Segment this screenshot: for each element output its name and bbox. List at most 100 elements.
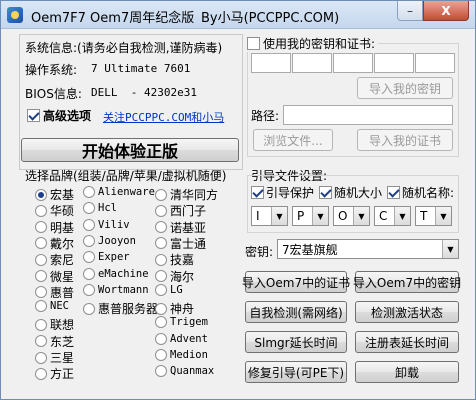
key-segment-input[interactable] (333, 53, 373, 73)
brand-radio[interactable]: 三星 (35, 349, 74, 366)
uninstall-button[interactable]: 卸载 (355, 361, 459, 383)
radio-button[interactable] (83, 283, 95, 296)
check-status-button[interactable]: 检测激活状态 (355, 301, 459, 323)
brand-radio[interactable]: eMachine (83, 267, 149, 280)
brand-radio[interactable]: 索尼 (35, 251, 74, 268)
boot-option-checkbox[interactable] (319, 186, 332, 199)
brand-radio[interactable]: Alienware (83, 186, 155, 198)
radio-button[interactable] (35, 318, 47, 331)
brand-radio[interactable]: 神舟 (155, 300, 194, 317)
boot-option[interactable]: 随机大小 (319, 184, 382, 201)
radio-button[interactable] (35, 335, 47, 348)
brand-radio[interactable]: 戴尔 (35, 235, 74, 252)
radio-button[interactable] (155, 204, 167, 217)
brand-radio[interactable]: 宏基 (35, 186, 74, 203)
import-oem-cert-button[interactable]: 导入Oem7中的证书 (242, 271, 350, 293)
radio-button[interactable] (83, 186, 95, 198)
brand-radio[interactable]: 富士通 (155, 235, 206, 252)
radio-button[interactable] (35, 237, 47, 250)
brand-radio[interactable]: LG (155, 283, 183, 296)
radio-button[interactable] (155, 283, 167, 296)
radio-button[interactable] (35, 300, 47, 313)
boot-letter-select[interactable]: O ▼ (333, 206, 370, 226)
key-segment-input[interactable] (415, 53, 455, 73)
radio-button[interactable] (155, 253, 167, 266)
repair-boot-button[interactable]: 修复引导(可PE下) (245, 361, 347, 383)
chevron-down-icon[interactable]: ▼ (435, 207, 451, 225)
radio-button[interactable] (35, 253, 47, 266)
radio-button[interactable] (83, 302, 95, 315)
brand-radio[interactable]: Advent (155, 332, 208, 345)
brand-radio[interactable]: Trigem (155, 316, 208, 329)
close-button[interactable]: X (423, 1, 469, 21)
brand-radio[interactable]: 惠普 (35, 284, 74, 301)
use-key-option[interactable]: 使用我的密钥和证书: (247, 35, 379, 52)
radio-button[interactable] (35, 270, 47, 282)
import-oem-key-button[interactable]: 导入Oem7中的密钥 (353, 271, 461, 293)
brand-radio[interactable]: 技嘉 (155, 251, 194, 268)
brand-radio[interactable]: Hcl (83, 202, 117, 215)
follow-link[interactable]: 关注PCCPPC.COM和小马 (103, 109, 224, 125)
radio-button[interactable] (155, 349, 167, 361)
brand-radio[interactable]: Wortmann (83, 283, 149, 296)
radio-button[interactable] (35, 367, 47, 380)
brand-radio[interactable]: 东芝 (35, 333, 74, 350)
brand-radio[interactable]: 联想 (35, 316, 74, 333)
boot-option[interactable]: 随机名称: (387, 184, 454, 201)
chevron-down-icon[interactable]: ▼ (394, 207, 410, 225)
brand-radio[interactable]: Jooyon (83, 234, 136, 247)
chevron-down-icon[interactable]: ▼ (353, 207, 369, 225)
import-key-button[interactable]: 导入我的密钥 (357, 77, 453, 99)
key-select[interactable]: 7宏基旗舰 ▼ (277, 239, 459, 259)
path-input[interactable] (283, 105, 453, 125)
use-key-checkbox[interactable] (247, 37, 260, 50)
brand-radio[interactable]: 海尔 (155, 268, 194, 285)
chevron-down-icon[interactable]: ▼ (442, 240, 458, 258)
radio-button[interactable] (35, 286, 47, 299)
slmgr-extend-button[interactable]: Slmgr延长时间 (245, 331, 347, 353)
boot-letter-select[interactable]: T ▼ (415, 206, 452, 226)
advanced-checkbox[interactable] (27, 109, 40, 122)
radio-button[interactable] (83, 218, 95, 231)
key-segment-input[interactable] (374, 53, 414, 73)
radio-button[interactable] (155, 221, 167, 234)
brand-radio[interactable]: Viliv (83, 218, 130, 231)
boot-letter-select[interactable]: I ▼ (251, 206, 288, 226)
brand-radio[interactable]: 明基 (35, 219, 74, 236)
radio-button[interactable] (155, 237, 167, 250)
radio-button[interactable] (155, 270, 167, 282)
radio-button[interactable] (155, 302, 167, 315)
boot-option-checkbox[interactable] (387, 186, 400, 199)
brand-radio[interactable]: 方正 (35, 365, 74, 382)
import-cert-button[interactable]: 导入我的证书 (357, 129, 453, 151)
radio-button[interactable] (35, 351, 47, 364)
boot-option[interactable]: 引导保护 (251, 184, 314, 201)
radio-button[interactable] (83, 251, 95, 264)
brand-radio[interactable]: 清华同方 (155, 186, 218, 203)
title-bar[interactable]: Oem7F7 Oem7周年纪念版 By小马(PCCPPC.COM) – X (1, 1, 475, 29)
radio-button[interactable] (83, 234, 95, 247)
radio-button[interactable] (35, 204, 47, 217)
radio-button[interactable] (155, 316, 167, 329)
brand-radio[interactable]: 西门子 (155, 202, 206, 219)
chevron-down-icon[interactable]: ▼ (271, 207, 287, 225)
radio-button[interactable] (155, 365, 167, 378)
browse-button[interactable]: 浏览文件... (253, 129, 333, 151)
brand-radio[interactable]: Quanmax (155, 365, 214, 378)
boot-letter-select[interactable]: C ▼ (374, 206, 411, 226)
boot-letter-select[interactable]: P ▼ (292, 206, 329, 226)
brand-radio[interactable]: 诺基亚 (155, 219, 206, 236)
boot-option-checkbox[interactable] (251, 186, 264, 199)
brand-radio[interactable]: 微星 (35, 268, 74, 285)
brand-radio[interactable]: 华硕 (35, 202, 74, 219)
brand-radio[interactable]: NEC (35, 300, 69, 313)
brand-radio[interactable]: 惠普服务器 (83, 300, 158, 317)
radio-button[interactable] (83, 267, 95, 280)
brand-radio[interactable]: Medion (155, 349, 208, 361)
radio-button[interactable] (155, 188, 167, 201)
key-segment-input[interactable] (292, 53, 332, 73)
key-segment-input[interactable] (251, 53, 291, 73)
radio-button[interactable] (35, 188, 47, 201)
reg-extend-button[interactable]: 注册表延长时间 (355, 331, 459, 353)
start-button[interactable]: 开始体验正版 (21, 138, 239, 162)
